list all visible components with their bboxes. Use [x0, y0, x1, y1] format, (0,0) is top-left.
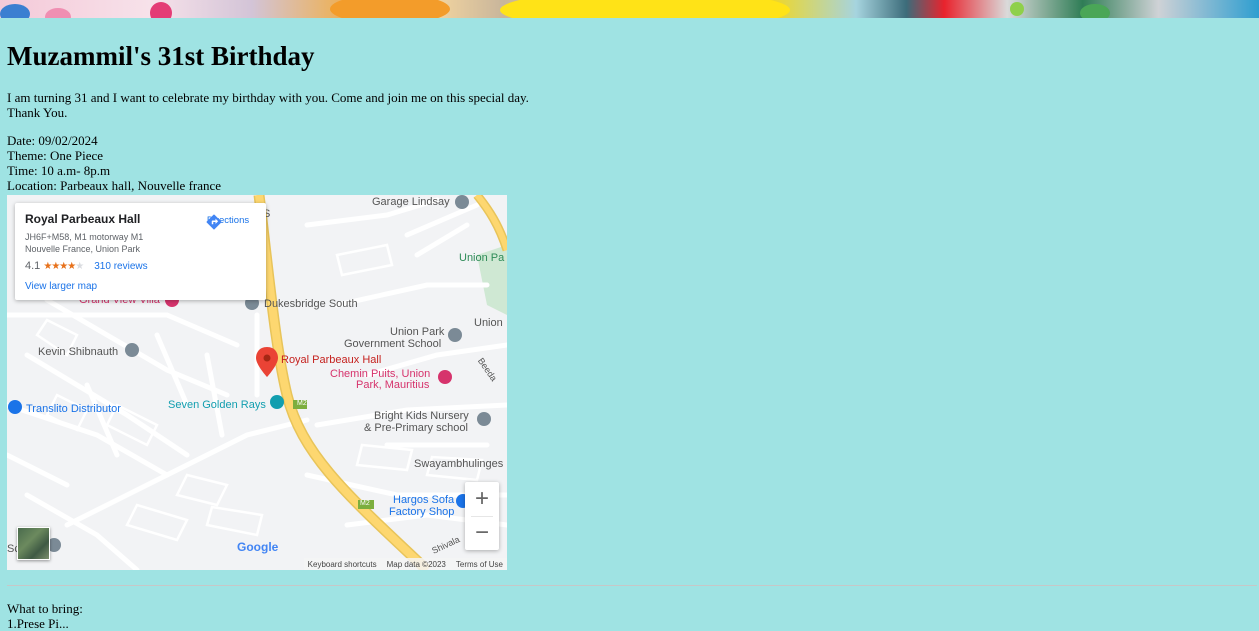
rating-value: 4.1 — [25, 260, 41, 272]
label-garage-lindsay: Garage Lindsay — [372, 196, 450, 208]
label-m2-upper: M2 — [297, 400, 307, 407]
page-title: Muzammil's 31st Birthday — [7, 41, 315, 71]
zoom-in-button[interactable]: + — [465, 482, 499, 516]
event-date: Date: 09/02/2024 — [7, 133, 98, 148]
section-divider — [7, 585, 1257, 586]
google-logo-text: Google — [237, 540, 279, 554]
label-royal-parbeaux: Royal Parbeaux Hall — [281, 354, 382, 366]
label-dukesbridge: Dukesbridge South — [264, 298, 358, 310]
label-seven-golden: Seven Golden Rays — [168, 399, 266, 411]
keyboard-shortcuts-link[interactable]: Keyboard shortcuts — [308, 560, 377, 569]
place-info-card: Royal Parbeaux Hall JH6F+M58, M1 motorwa… — [15, 203, 266, 300]
label-bright-1: Bright Kids Nursery — [374, 410, 469, 422]
intro-line-1: I am turning 31 and I want to celebrate … — [7, 90, 529, 105]
satellite-toggle[interactable] — [17, 527, 50, 560]
intro-text: I am turning 31 and I want to celebrate … — [7, 90, 529, 120]
place-rating: 4.1 ★★★★★ 310 reviews — [25, 260, 148, 272]
address-line-1: JH6F+M58, M1 motorway M1 — [25, 232, 144, 242]
directions-button[interactable]: Directions — [205, 213, 251, 230]
top-banner-image — [0, 0, 1259, 18]
google-logo: Google — [237, 540, 278, 554]
address-line-2: Nouvelle France, Union Park — [25, 244, 141, 254]
label-union-park-school-1: Union Park — [390, 326, 445, 338]
rating-star-empty: ★ — [75, 261, 84, 272]
label-hargos-1: Hargos Sofa — [393, 494, 455, 506]
label-union: Union — [474, 317, 503, 329]
place-address: JH6F+M58, M1 motorway M1 Nouvelle France… — [25, 231, 143, 255]
zoom-out-button[interactable]: − — [465, 516, 499, 550]
intro-line-2: Thank You. — [7, 105, 68, 120]
view-larger-map-link[interactable]: View larger map — [25, 281, 97, 292]
terms-of-use-link[interactable]: Terms of Use — [456, 560, 503, 569]
label-hargos-2: Factory Shop — [389, 506, 455, 518]
rating-stars: ★★★★ — [43, 261, 76, 272]
label-chemin-2: Park, Mauritius — [356, 379, 430, 391]
label-translito: Translito Distributor — [26, 403, 121, 415]
event-details: Date: 09/02/2024 Theme: One Piece Time: … — [7, 133, 221, 193]
label-m2-lower: M2 — [360, 500, 370, 507]
label-union-pa: Union Pa — [459, 252, 505, 264]
directions-icon — [206, 214, 222, 230]
zoom-divider — [471, 516, 493, 517]
bring-item-1: 1.Prese Pi... — [7, 616, 69, 631]
embedded-map[interactable]: Garage Lindsay S Union Pa Dukesbridge So… — [7, 195, 507, 570]
zoom-controls: + − — [465, 482, 499, 550]
label-swayam: Swayambhulinges — [414, 458, 504, 470]
event-theme: Theme: One Piece — [7, 148, 104, 163]
label-bright-2: & Pre-Primary school — [364, 422, 468, 434]
bring-section: What to bring: 1.Prese Pi... — [7, 601, 83, 631]
event-time: Time: 10 a.m- 8p.m — [7, 163, 111, 178]
label-kevin: Kevin Shibnauth — [38, 346, 119, 358]
place-name: Royal Parbeaux Hall — [25, 212, 141, 226]
bring-heading: What to bring: — [7, 601, 83, 616]
map-attribution: Keyboard shortcuts Map data ©2023 Terms … — [303, 558, 507, 570]
event-location: Location: Parbeaux hall, Nouvelle france — [7, 178, 222, 193]
map-data-text: Map data ©2023 — [386, 559, 446, 569]
reviews-link[interactable]: 310 reviews — [94, 261, 147, 272]
label-union-park-school-2: Government School — [344, 338, 442, 350]
